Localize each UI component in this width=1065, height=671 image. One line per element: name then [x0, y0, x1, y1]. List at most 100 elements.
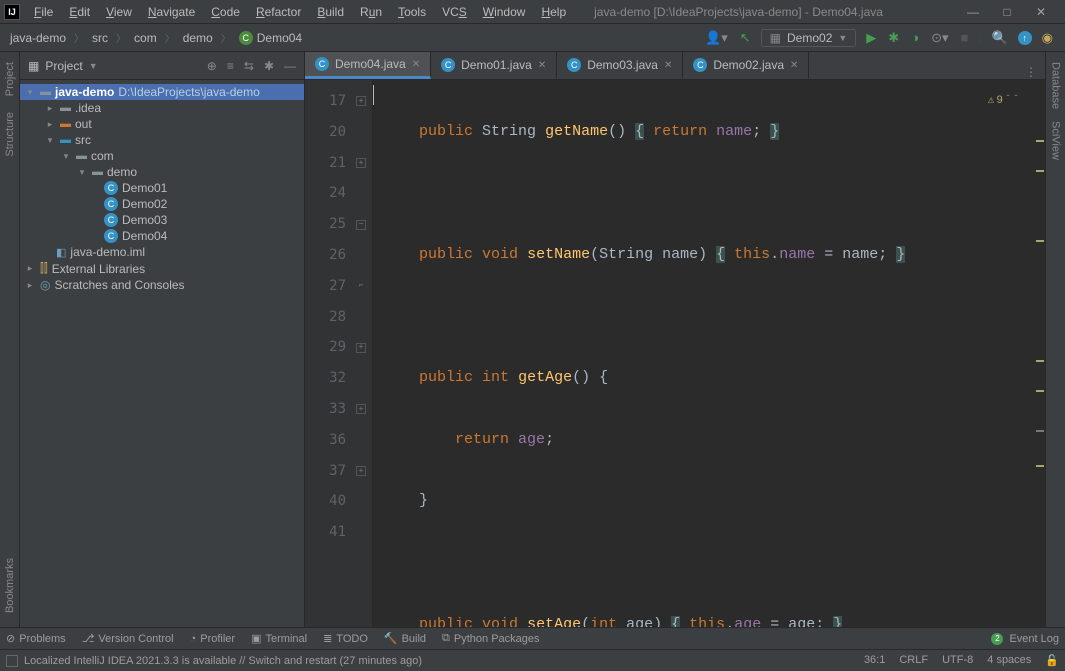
fold-icon[interactable]: +	[356, 466, 366, 476]
run-coverage-button[interactable]: ◑	[909, 28, 921, 47]
tree-demo03[interactable]: C Demo03	[20, 212, 304, 228]
expand-all-button[interactable]: ≡	[227, 59, 234, 73]
gutter-line[interactable]: 17+	[305, 86, 372, 117]
gutter-line[interactable]: 24	[305, 178, 372, 209]
run-button[interactable]: ▶	[864, 28, 878, 48]
inspection-badge[interactable]: ⚠ 9 ˆ ˇ	[988, 86, 1019, 117]
menu-run[interactable]: Run	[354, 3, 388, 21]
stripe-database-button[interactable]: Database	[1050, 56, 1062, 115]
tree-demo01[interactable]: C Demo01	[20, 180, 304, 196]
fold-icon[interactable]: +	[356, 404, 366, 414]
fold-icon[interactable]: −	[356, 220, 366, 230]
tree-external-libs[interactable]: ▸ ⫿⫿ External Libraries	[20, 260, 304, 277]
debug-button[interactable]: ✱	[886, 28, 901, 48]
crumb-class[interactable]: C Demo04	[235, 29, 306, 47]
readonly-toggle[interactable]: 🔓	[1045, 654, 1059, 667]
crumb-com[interactable]: com	[130, 29, 161, 47]
tabs-menu-button[interactable]: ⋮	[1017, 65, 1045, 79]
project-panel-title[interactable]: ▦ Project ▼	[28, 59, 98, 73]
menu-refactor[interactable]: Refactor	[250, 3, 307, 21]
stop-button[interactable]: ■	[958, 28, 970, 47]
indent-info[interactable]: 4 spaces	[987, 654, 1031, 667]
tree-com[interactable]: ▾ ▬ com	[20, 148, 304, 164]
gutter-line[interactable]: 20	[305, 117, 372, 148]
fold-icon[interactable]: +	[356, 96, 366, 106]
tree-idea[interactable]: ▸ ▬ .idea	[20, 100, 304, 116]
gutter[interactable]: 17+ 20 21+ 24 25− 26 27⌐ 28 29+ 32 33+ 3…	[305, 80, 373, 627]
tree-demo02[interactable]: C Demo02	[20, 196, 304, 212]
add-config-button[interactable]: 👤▾	[703, 28, 730, 48]
collapse-all-button[interactable]: ⇆	[244, 59, 254, 73]
ide-settings-button[interactable]: ◉	[1040, 28, 1055, 48]
file-encoding[interactable]: UTF-8	[942, 654, 973, 667]
tree-iml[interactable]: ◧ java-demo.iml	[20, 244, 304, 260]
select-opened-file-button[interactable]: ⊕	[207, 59, 217, 73]
menu-code[interactable]: Code	[205, 3, 246, 21]
close-icon[interactable]: ✕	[412, 59, 420, 70]
close-icon[interactable]: ✕	[538, 60, 546, 71]
menu-tools[interactable]: Tools	[392, 3, 432, 21]
line-separator[interactable]: CRLF	[899, 654, 928, 667]
hide-button[interactable]: —	[284, 59, 296, 73]
menu-navigate[interactable]: Navigate	[142, 3, 201, 21]
todo-button[interactable]: ≣TODO	[323, 632, 368, 645]
tree-root[interactable]: ▾ ▬ java-demo D:\IdeaProjects\java-demo	[20, 84, 304, 100]
editor-error-stripe[interactable]	[1033, 80, 1045, 627]
gutter-line[interactable]: 32	[305, 363, 372, 394]
maximize-button[interactable]: □	[995, 5, 1019, 19]
gutter-line[interactable]: 28	[305, 302, 372, 333]
tree-demo04[interactable]: C Demo04	[20, 228, 304, 244]
build-button[interactable]: 🔨Build	[384, 632, 426, 645]
gutter-line[interactable]: 26	[305, 240, 372, 271]
settings-button[interactable]: ✱	[264, 59, 274, 73]
tree-src[interactable]: ▾ ▬ src	[20, 132, 304, 148]
caret-position[interactable]: 36:1	[864, 654, 885, 667]
stripe-project-button[interactable]: Project	[4, 56, 16, 102]
status-message-area[interactable]: Localized IntelliJ IDEA 2021.3.3 is avai…	[6, 655, 422, 667]
code-editor[interactable]: public String getName() { return name; }…	[373, 80, 1033, 627]
stripe-bookmarks-button[interactable]: Bookmarks	[4, 552, 16, 619]
close-icon[interactable]: ✕	[790, 60, 798, 71]
close-button[interactable]: ✕	[1029, 5, 1053, 19]
version-control-button[interactable]: ⎇Version Control	[82, 632, 174, 645]
search-button[interactable]: 🔍	[989, 28, 1009, 48]
update-button[interactable]: ↑	[1018, 31, 1032, 45]
gutter-line[interactable]: 37+	[305, 456, 372, 487]
menu-view[interactable]: View	[100, 3, 138, 21]
gutter-line[interactable]: 33+	[305, 394, 372, 425]
tab-demo02[interactable]: C Demo02.java ✕	[683, 52, 809, 79]
close-icon[interactable]: ✕	[664, 60, 672, 71]
gutter-line[interactable]: 40	[305, 486, 372, 517]
menu-build[interactable]: Build	[311, 3, 350, 21]
fold-icon[interactable]: +	[356, 158, 366, 168]
event-log-button[interactable]: 2 Event Log	[991, 633, 1059, 645]
terminal-button[interactable]: ▣Terminal	[251, 632, 307, 645]
tab-demo04[interactable]: C Demo04.java ✕	[305, 52, 431, 79]
crumb-src[interactable]: src	[88, 29, 112, 47]
tool-windows-icon[interactable]	[6, 655, 18, 667]
nav-down-icon[interactable]: ˇ	[1013, 86, 1019, 117]
menu-edit[interactable]: Edit	[63, 3, 96, 21]
gutter-line[interactable]: 36	[305, 425, 372, 456]
stripe-sciview-button[interactable]: SciView	[1050, 115, 1062, 166]
menu-window[interactable]: Window	[477, 3, 532, 21]
crumb-project[interactable]: java-demo	[6, 29, 70, 47]
back-button[interactable]: ↖	[738, 28, 753, 48]
tree-scratches[interactable]: ▸ ◎ Scratches and Consoles	[20, 277, 304, 293]
stripe-structure-button[interactable]: Structure	[4, 106, 16, 163]
tree-out[interactable]: ▸ ▬ out	[20, 116, 304, 132]
run-config-selector[interactable]: ▦ Demo02 ▼	[761, 29, 857, 47]
tab-demo01[interactable]: C Demo01.java ✕	[431, 52, 557, 79]
gutter-line[interactable]: 21+	[305, 148, 372, 179]
fold-icon[interactable]: ⌐	[356, 281, 366, 291]
gutter-line[interactable]: 29+	[305, 332, 372, 363]
tree-demo-pkg[interactable]: ▾ ▬ demo	[20, 164, 304, 180]
fold-icon[interactable]: +	[356, 343, 366, 353]
python-packages-button[interactable]: ⧉Python Packages	[442, 632, 539, 645]
nav-up-icon[interactable]: ˆ	[1005, 86, 1011, 117]
gutter-line[interactable]: 25−	[305, 209, 372, 240]
menu-help[interactable]: Help	[535, 3, 572, 21]
profiler-button[interactable]: ◔Profiler	[190, 633, 236, 645]
menu-file[interactable]: File	[28, 3, 59, 21]
minimize-button[interactable]: —	[961, 5, 985, 19]
